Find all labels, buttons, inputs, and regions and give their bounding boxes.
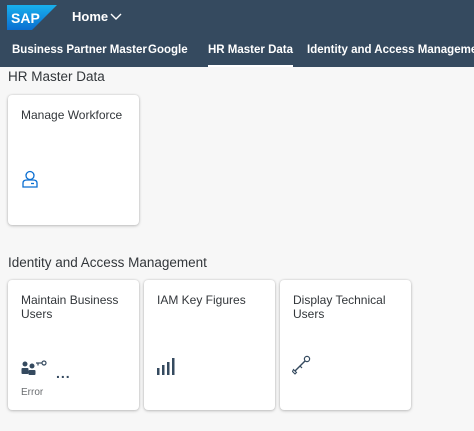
sap-logo[interactable]: SAP [7,5,57,30]
tile-title: Manage Workforce [21,108,123,122]
tile-display-technical-users[interactable]: Display Technical Users [280,280,411,410]
tab-business-partner-master[interactable]: Business Partner Master [12,36,147,67]
tile-title: IAM Key Figures [157,293,246,307]
bar-chart-icon [157,358,175,375]
tile-manage-workforce[interactable]: Manage Workforce [8,95,139,225]
svg-text:SAP: SAP [11,10,40,26]
tab-hr-master-data[interactable]: HR Master Data [208,36,293,67]
tile-footer-status: Error [21,387,44,398]
tile-maintain-business-users[interactable]: Maintain Business Users ... Error [8,280,139,410]
tile-title: Maintain Business Users [21,293,119,321]
person-icon [22,170,38,188]
section-title-hr-master-data: HR Master Data [8,69,105,84]
section-title-identity-and-access-management: Identity and Access Management [8,255,207,270]
tab-bar: Business Partner Master Google HR Master… [0,36,474,67]
chevron-down-icon[interactable] [110,12,122,22]
tile-iam-key-figures[interactable]: IAM Key Figures [144,280,275,410]
home-title[interactable]: Home [72,9,108,24]
tab-identity-and-access-management[interactable]: Identity and Access Management [307,36,474,67]
shell-bar: SAP Home [0,0,474,36]
tab-google[interactable]: Google [148,36,188,67]
users-key-icon [21,360,47,375]
wrench-key-icon [292,355,311,375]
more-indicator: ... [56,365,71,381]
tile-title: Display Technical Users [293,293,386,321]
